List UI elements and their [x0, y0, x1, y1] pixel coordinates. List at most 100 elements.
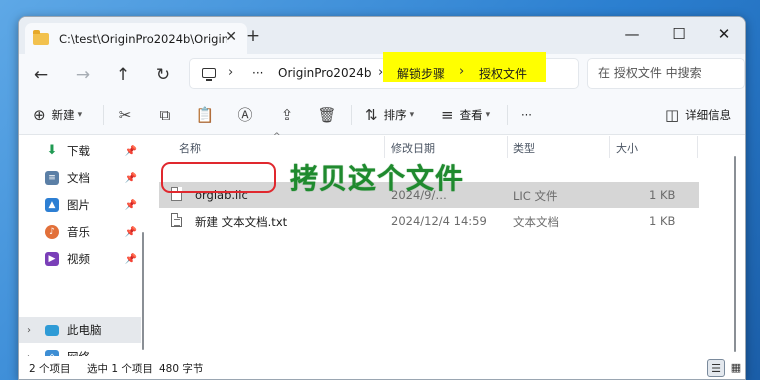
sort-ascending-icon: ^: [273, 132, 281, 142]
file-modified: 2024/12/4 14:59: [391, 214, 487, 228]
share-icon[interactable]: ⇪: [277, 105, 297, 125]
chevron-down-icon: ▾: [409, 110, 415, 120]
sidebar-item-documents[interactable]: ≡ 文档 📌: [19, 165, 141, 191]
sidebar-item-this-pc[interactable]: › 此电脑: [19, 317, 141, 343]
pin-icon[interactable]: 📌: [125, 200, 137, 211]
more-options-button[interactable]: ···: [521, 103, 532, 127]
chevron-right-icon[interactable]: ›: [27, 325, 31, 336]
breadcrumb-ellipsis[interactable]: ···: [252, 66, 263, 80]
paste-icon[interactable]: 📋: [195, 105, 215, 125]
sidebar-item-label: 图片: [67, 198, 90, 212]
details-label: 详细信息: [685, 108, 732, 122]
chevron-right-icon[interactable]: ›: [228, 65, 233, 80]
plus-circle-icon: ⊕: [33, 106, 46, 124]
navigation-pane: ⬇ 下载 📌 ≡ 文档 📌 ▲ 图片 📌 ♪ 音乐 📌 ▶ 视频 📌 › 此电脑: [19, 136, 147, 364]
divider: [507, 105, 508, 125]
minimize-button[interactable]: —: [609, 20, 655, 48]
sort-label: 排序: [383, 108, 407, 122]
sidebar-item-label: 文档: [67, 171, 90, 185]
pin-icon[interactable]: 📌: [125, 227, 137, 238]
pin-icon[interactable]: 📌: [125, 173, 137, 184]
sidebar-item-label: 此电脑: [67, 323, 102, 337]
refresh-button[interactable]: ↻: [149, 61, 177, 89]
up-button[interactable]: ↑: [109, 61, 137, 89]
chevron-down-icon: ▾: [485, 110, 491, 120]
maximize-button[interactable]: ☐: [656, 20, 702, 48]
file-size: 1 KB: [649, 188, 676, 202]
close-window-button[interactable]: ✕: [701, 20, 745, 48]
column-header-name[interactable]: 名称: [179, 140, 201, 156]
sidebar-item-label: 下载: [67, 144, 90, 158]
details-pane-icon: ◫: [665, 106, 680, 124]
close-tab-icon[interactable]: ✕: [225, 29, 237, 45]
tab-title: C:\test\OriginPro2024b\Origin: [59, 31, 227, 46]
column-divider[interactable]: [384, 136, 385, 158]
file-type: LIC 文件: [513, 189, 558, 203]
delete-icon[interactable]: 🗑: [317, 105, 337, 125]
search-input[interactable]: 在 授权文件 中搜索: [587, 58, 745, 89]
breadcrumb-license-files[interactable]: 授权文件: [479, 65, 527, 82]
annotation-highlight-box: [161, 162, 276, 193]
document-icon: ≡: [45, 171, 59, 185]
sort-icon: ⇅: [365, 106, 378, 124]
column-divider[interactable]: [697, 136, 698, 158]
status-selection: 选中 1 个项目: [87, 363, 153, 375]
text-file-icon: [171, 213, 182, 227]
column-divider[interactable]: [507, 136, 508, 158]
chevron-down-icon: ▾: [77, 110, 83, 120]
tiles-view-button[interactable]: ▦: [727, 359, 745, 377]
sort-button[interactable]: ⇅ 排序 ▾: [365, 103, 414, 127]
details-view-button[interactable]: ☰: [707, 359, 725, 377]
pin-icon[interactable]: 📌: [125, 254, 137, 265]
file-list-scrollbar[interactable]: [734, 156, 736, 352]
sidebar-item-pictures[interactable]: ▲ 图片 📌: [19, 192, 141, 218]
status-selection-size: 480 字节: [159, 363, 204, 375]
address-row: ← → ↑ ↻ › ··· OriginPro2024b › 解锁步骤 › 授权…: [19, 52, 745, 95]
column-header-modified[interactable]: 修改日期: [391, 140, 435, 156]
sidebar-item-downloads[interactable]: ⬇ 下载 📌: [19, 138, 141, 164]
copy-icon[interactable]: ⧉: [155, 105, 175, 125]
forward-button[interactable]: →: [69, 61, 97, 89]
file-type: 文本文档: [513, 215, 559, 229]
file-explorer-window: C:\test\OriginPro2024b\Origin ✕ + — ☐ ✕ …: [18, 16, 746, 380]
column-header-size[interactable]: 大小: [616, 140, 638, 156]
annotation-text: 拷贝这个文件: [290, 162, 465, 195]
pc-icon: [45, 324, 59, 336]
status-bar: 2 个项目 选中 1 个项目 480 字节 ☰ ▦: [19, 356, 745, 379]
sidebar-item-videos[interactable]: ▶ 视频 📌: [19, 246, 141, 272]
view-label: 查看: [459, 108, 483, 122]
folder-icon: [33, 29, 49, 45]
new-tab-button[interactable]: +: [241, 26, 265, 46]
title-bar: C:\test\OriginPro2024b\Origin ✕ + — ☐ ✕: [19, 17, 745, 54]
view-button[interactable]: ≡ 查看 ▾: [441, 103, 490, 127]
sidebar-scrollbar[interactable]: [142, 232, 144, 350]
rename-icon[interactable]: Ⓐ: [235, 105, 255, 125]
breadcrumb-originpro[interactable]: OriginPro2024b: [278, 66, 371, 80]
new-label: 新建: [51, 108, 75, 122]
column-header-type[interactable]: 类型: [513, 140, 535, 156]
file-size: 1 KB: [649, 214, 676, 228]
music-icon: ♪: [45, 225, 59, 239]
divider: [351, 105, 352, 125]
view-lines-icon: ≡: [441, 106, 454, 124]
command-bar: ⊕ 新建 ▾ ✂ ⧉ 📋 Ⓐ ⇪ 🗑 ⇅ 排序 ▾ ≡ 查看 ▾ ··· ◫ 详…: [19, 95, 745, 135]
file-name: 新建 文本文档.txt: [195, 215, 288, 229]
download-icon: ⬇: [46, 143, 58, 158]
table-row[interactable]: 新建 文本文档.txt 2024/12/4 14:59 文本文档 1 KB: [159, 208, 699, 234]
picture-icon: ▲: [45, 198, 59, 212]
status-item-count: 2 个项目: [29, 363, 71, 375]
tab-current-folder[interactable]: C:\test\OriginPro2024b\Origin ✕: [25, 23, 247, 54]
video-icon: ▶: [45, 252, 59, 266]
sidebar-item-label: 音乐: [67, 225, 90, 239]
column-divider[interactable]: [609, 136, 610, 158]
divider: [103, 105, 104, 125]
new-button[interactable]: ⊕ 新建 ▾: [33, 103, 82, 127]
chevron-right-icon[interactable]: ›: [459, 64, 464, 79]
sidebar-item-label: 视频: [67, 252, 90, 266]
breadcrumb-unlock-steps[interactable]: 解锁步骤: [397, 65, 445, 82]
cut-icon[interactable]: ✂: [115, 105, 135, 125]
details-pane-button[interactable]: ◫ 详细信息: [665, 103, 731, 127]
sidebar-item-music[interactable]: ♪ 音乐 📌: [19, 219, 141, 245]
back-button[interactable]: ←: [27, 61, 55, 89]
pin-icon[interactable]: 📌: [125, 146, 137, 157]
